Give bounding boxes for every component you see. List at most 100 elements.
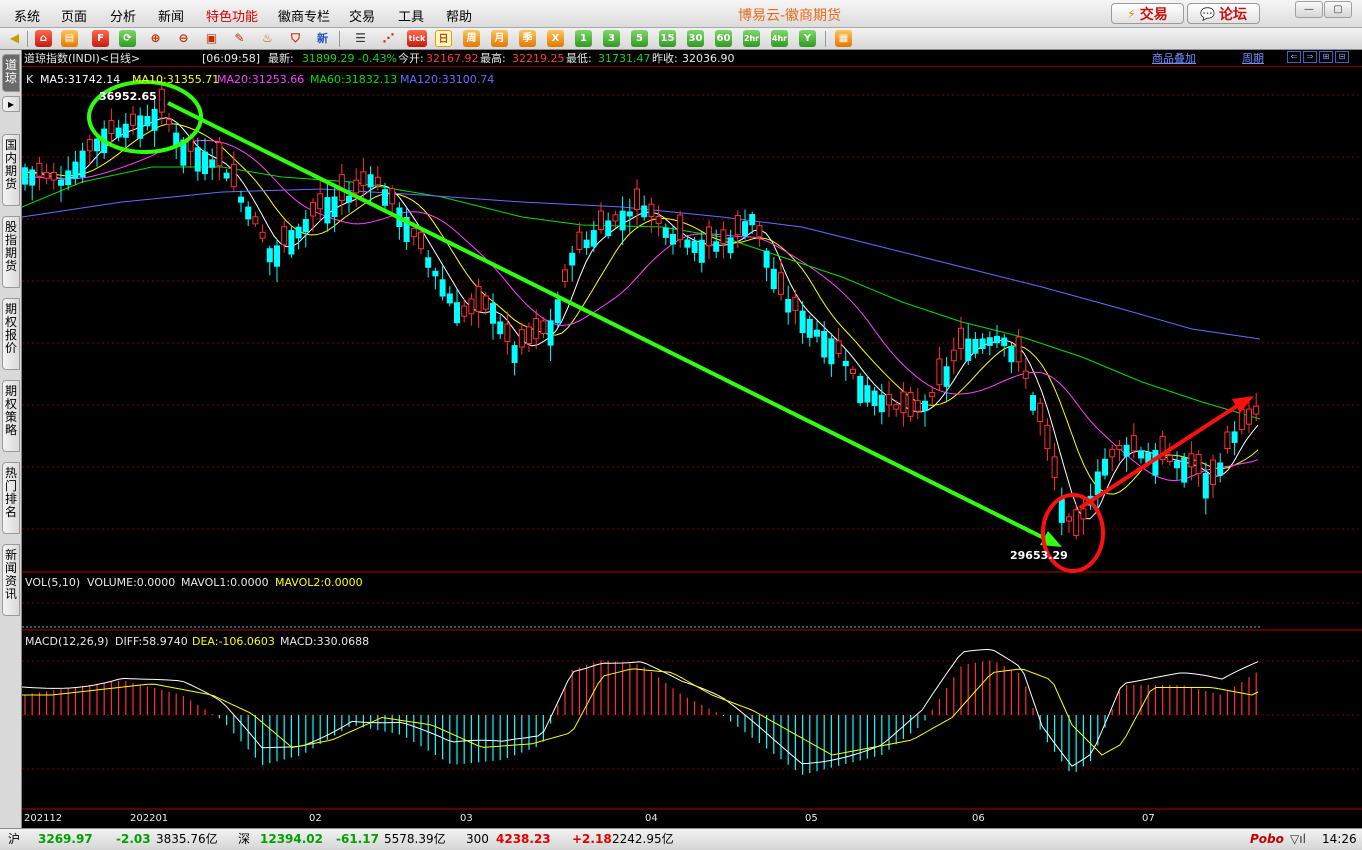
candle-body	[900, 391, 907, 414]
new-icon[interactable]: 新	[314, 30, 331, 47]
menu-page[interactable]: 页面	[61, 6, 87, 25]
candle-body	[641, 205, 648, 218]
menu-news[interactable]: 新闻	[158, 6, 184, 25]
candle-body	[1195, 453, 1202, 475]
period-15min-button[interactable]: 15	[659, 30, 676, 47]
change-percent: -0.43%	[358, 52, 397, 65]
moving-average-lines	[22, 117, 1261, 520]
period-2hr-button[interactable]: 2hr	[743, 30, 760, 47]
menu-column[interactable]: 徽商专栏	[278, 6, 330, 25]
tab-dow-jones[interactable]: 道琼	[2, 54, 20, 92]
ma60-label: MA60:31832.13	[310, 73, 397, 86]
period-5min-button[interactable]: 5	[631, 30, 648, 47]
ma120-label: MA120:33100.74	[400, 73, 494, 86]
candle-body	[734, 215, 741, 236]
scroll-right-icon[interactable]: ⇒	[1303, 51, 1317, 63]
period-30min-button[interactable]: 30	[687, 30, 704, 47]
period-day-button[interactable]: 日	[435, 30, 452, 47]
left-tab-bar: 道琼 ▸ 国内期货 股指期货 期权报价 期权策略 热门排名 新闻资讯	[0, 50, 22, 828]
candle-body	[1138, 450, 1144, 459]
f10-icon[interactable]: F	[92, 30, 109, 47]
period-1min-button[interactable]: 1	[575, 30, 592, 47]
report-icon[interactable]: ▤	[61, 30, 78, 47]
collapse-arrow-icon[interactable]: ▸	[2, 96, 20, 112]
candle-body	[871, 390, 878, 407]
candle-body	[446, 293, 453, 304]
settings-panel-icon[interactable]: ▦	[835, 30, 852, 47]
period-60min-button[interactable]: 60	[715, 30, 732, 47]
draw-pen-icon[interactable]: ✎	[231, 30, 248, 47]
candle-body	[706, 226, 712, 247]
candle-body	[108, 120, 115, 134]
menu-system[interactable]: 系统	[14, 6, 40, 25]
menu-features[interactable]: 特色功能	[206, 6, 258, 25]
candle-body	[907, 392, 914, 417]
trade-button[interactable]: ⚡ 交易	[1111, 3, 1184, 24]
candle-body	[1253, 405, 1260, 415]
scroll-left-icon[interactable]: ⇐	[1287, 51, 1301, 63]
zoom-out-icon[interactable]: ⊖	[175, 30, 192, 47]
prev-close-label: 昨收:	[652, 52, 678, 65]
x-label-05: 05	[805, 813, 818, 824]
downtrend-arrow-line	[167, 101, 1049, 542]
candle-body	[230, 163, 237, 188]
tab-domestic-futures[interactable]: 国内期货	[2, 134, 20, 206]
overlay-commodity-link[interactable]: 商品叠加	[1152, 51, 1196, 67]
candle-body	[1073, 509, 1080, 536]
menu-tools[interactable]: 工具	[398, 6, 424, 25]
chart-area[interactable]: K MA5:31742.14 MA10:31355.71 MA20:31253.…	[22, 67, 1362, 828]
candle-body	[619, 210, 626, 231]
tab-option-strategy[interactable]: 期权策略	[2, 380, 20, 452]
x-label-202112: 202112	[24, 813, 62, 824]
minimize-icon[interactable]: —	[1295, 1, 1323, 18]
candle-body	[1109, 448, 1116, 458]
maximize-icon[interactable]: ▢	[1324, 1, 1352, 18]
back-arrow-icon[interactable]: ◀	[6, 30, 23, 47]
candle-body	[770, 268, 777, 290]
candle-body	[266, 248, 273, 263]
menu-trade[interactable]: 交易	[349, 6, 375, 25]
menu-help[interactable]: 帮助	[446, 6, 472, 25]
forum-button[interactable]: 💬 论坛	[1187, 3, 1260, 24]
period-link[interactable]: 周期	[1242, 51, 1264, 67]
home-icon[interactable]: ⌂	[35, 30, 52, 47]
candle-body	[605, 220, 612, 237]
alarm-icon[interactable]: ♨	[259, 30, 276, 47]
candle-body	[115, 127, 122, 138]
line-chart-icon[interactable]: ⋰	[380, 30, 397, 47]
period-week-button[interactable]: 周	[463, 30, 480, 47]
candle-body	[936, 358, 943, 386]
tab-hot-ranking[interactable]: 热门排名	[2, 462, 20, 534]
candle-body	[778, 272, 784, 295]
period-4hr-button[interactable]: 4hr	[771, 30, 788, 47]
tab-index-futures[interactable]: 股指期货	[2, 216, 20, 288]
list-icon[interactable]: ☰	[352, 30, 369, 47]
period-quarter-button[interactable]: 季	[519, 30, 536, 47]
zoom-in-icon[interactable]: ⊕	[147, 30, 164, 47]
period-year-button[interactable]: Y	[799, 30, 816, 47]
candle-body	[1181, 457, 1188, 483]
tick-button[interactable]: tick	[407, 30, 427, 47]
menu-analysis[interactable]: 分析	[110, 6, 136, 25]
vol-volume: VOLUME:0.0000	[87, 576, 175, 589]
period-x-button[interactable]: X	[547, 30, 564, 47]
brand-logo: Pobo	[1250, 832, 1284, 846]
candle-body	[22, 167, 28, 185]
candle-body	[598, 210, 604, 231]
period-month-button[interactable]: 月	[491, 30, 508, 47]
candle-body	[504, 323, 511, 343]
hs300-change: +2.18	[572, 832, 612, 846]
zoom-chart-out-icon[interactable]: ⊟	[1335, 51, 1349, 63]
toolbar-separator	[339, 31, 340, 47]
window-icon[interactable]: ▣	[203, 30, 220, 47]
filter-icon[interactable]: ⛉	[287, 30, 304, 47]
sh-label: 沪	[8, 832, 21, 846]
candle-body	[288, 230, 295, 255]
zoom-chart-in-icon[interactable]: ⊞	[1319, 51, 1333, 63]
tab-option-quotes[interactable]: 期权报价	[2, 298, 20, 370]
refresh-icon[interactable]: ⟳	[119, 30, 136, 47]
period-3min-button[interactable]: 3	[603, 30, 620, 47]
ma10-label: MA10:31355.71	[132, 73, 219, 86]
tab-news[interactable]: 新闻资讯	[2, 544, 20, 616]
macd-value: MACD:330.0688	[280, 635, 369, 648]
